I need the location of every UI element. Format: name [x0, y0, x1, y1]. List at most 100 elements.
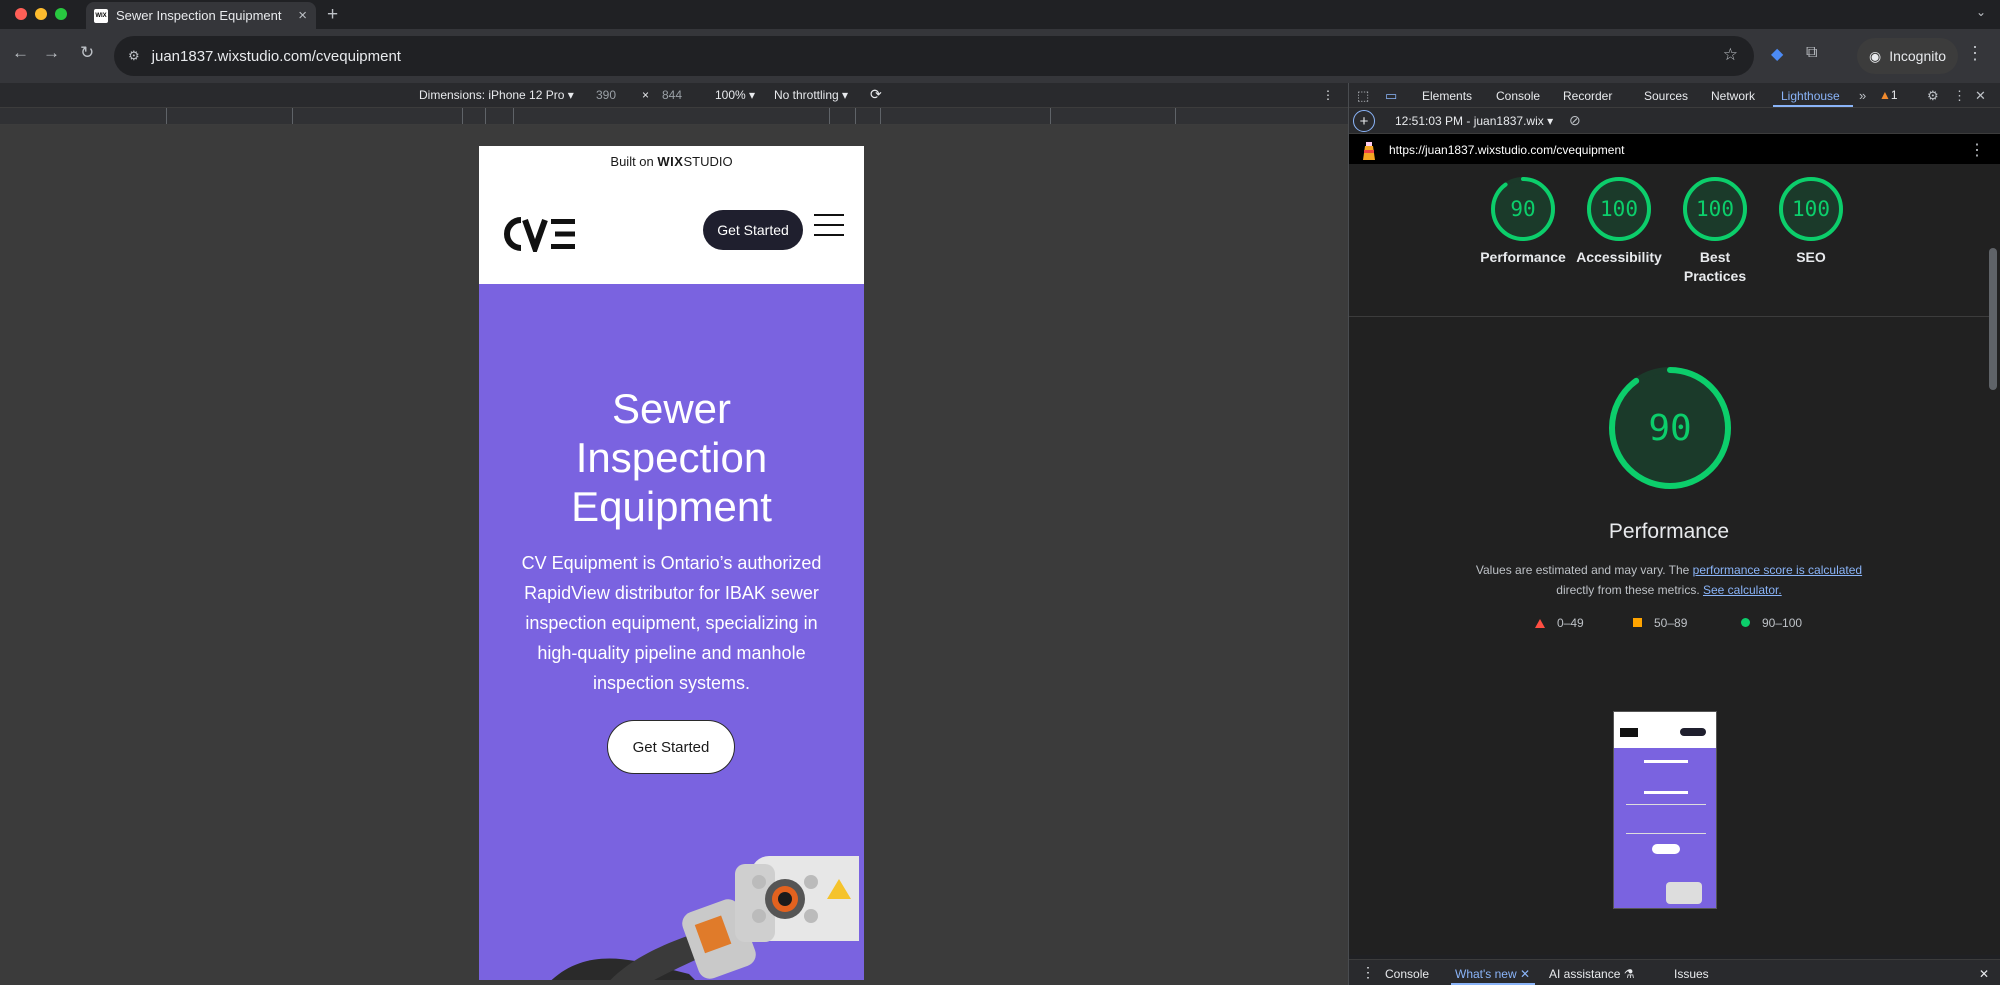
- device-toolbar-menu-icon[interactable]: ⋮: [1322, 88, 1334, 102]
- report-url[interactable]: https://juan1837.wixstudio.com/cvequipme…: [1389, 143, 1624, 157]
- address-bar[interactable]: ⚙ juan1837.wixstudio.com/cvequipment ☆: [114, 36, 1754, 76]
- browser-tab-bar: WIX Sewer Inspection Equipment × + ⌄: [0, 0, 2000, 29]
- lighthouse-report: 90 Performance 100 Accessibility 100 Bes…: [1349, 164, 2000, 955]
- drawer-tab-label: AI assistance: [1549, 967, 1621, 981]
- inspection-camera-image: [551, 856, 859, 980]
- tab-sources[interactable]: Sources: [1644, 89, 1688, 103]
- forward-button[interactable]: →: [43, 43, 60, 63]
- close-tab-icon[interactable]: ×: [298, 7, 307, 24]
- score-gauge: 100: [1587, 177, 1651, 241]
- gauge-best-practices[interactable]: 100 Best Practices: [1670, 176, 1760, 286]
- legend-low: 0–49: [1535, 616, 1584, 630]
- ruler-tick: [292, 108, 293, 124]
- gauge-seo[interactable]: 100 SEO: [1766, 176, 1856, 267]
- browser-menu-icon[interactable]: ⋮: [1966, 43, 1984, 64]
- score-gauge: 100: [1683, 177, 1747, 241]
- drawer-tab-label: What's new: [1455, 967, 1517, 981]
- thumb-title: [1644, 760, 1688, 794]
- new-report-button[interactable]: +: [1353, 110, 1375, 132]
- devtools-drawer-tabs: ⋮ Console What's new ✕ AI assistance ⚗ I…: [1349, 959, 2000, 985]
- rotate-icon[interactable]: ⟳: [870, 86, 882, 103]
- ruler-tick: [1050, 108, 1051, 124]
- site-info-icon[interactable]: ⚙: [128, 48, 140, 64]
- drawer-tab-ai-assistance[interactable]: AI assistance ⚗: [1549, 967, 1634, 981]
- score-label: SEO: [1796, 249, 1826, 265]
- flask-icon: ⚗: [1623, 967, 1635, 981]
- warnings-badge[interactable]: ▲1: [1879, 88, 1898, 102]
- extension-icon[interactable]: ◆: [1771, 44, 1783, 64]
- drawer-tab-issues[interactable]: Issues: [1674, 967, 1709, 981]
- media-query-ruler[interactable]: [0, 108, 1348, 125]
- inspect-element-icon[interactable]: ⬚: [1357, 88, 1369, 104]
- legend-mid: 50–89: [1633, 616, 1687, 630]
- new-tab-button[interactable]: +: [327, 4, 338, 26]
- wix-favicon-icon: WIX: [94, 8, 108, 23]
- zoom-select[interactable]: 100% ▾: [715, 88, 755, 102]
- tab-network[interactable]: Network: [1711, 89, 1755, 103]
- final-screenshot-thumbnail[interactable]: [1613, 711, 1717, 909]
- more-tabs-icon[interactable]: »: [1859, 88, 1866, 103]
- browser-tab[interactable]: WIX Sewer Inspection Equipment ×: [86, 2, 316, 29]
- throttling-select[interactable]: No throttling ▾: [774, 88, 848, 102]
- ruler-tick: [513, 108, 514, 124]
- tab-elements[interactable]: Elements: [1422, 89, 1472, 103]
- incognito-label: Incognito: [1889, 48, 1947, 64]
- see-calculator-link[interactable]: See calculator.: [1703, 583, 1782, 597]
- cve-logo[interactable]: [503, 216, 577, 252]
- device-height-input[interactable]: 844: [662, 88, 682, 102]
- built-on-wix-banner[interactable]: Built on WIX STUDIO: [479, 146, 864, 176]
- perf-desc-text: Values are estimated and may vary. The: [1475, 563, 1693, 577]
- lighthouse-logo-icon: [1363, 142, 1375, 160]
- studio-brand: STUDIO: [683, 153, 733, 169]
- back-button[interactable]: ←: [12, 43, 29, 63]
- settings-gear-icon[interactable]: ⚙: [1927, 88, 1939, 104]
- device-dimensions-label: Dimensions: iPhone 12 Pro: [419, 88, 565, 102]
- thumb-header: [1614, 712, 1716, 748]
- reload-button[interactable]: ↻: [80, 43, 94, 63]
- report-menu-icon[interactable]: ⋮: [1969, 140, 1985, 160]
- gauge-performance[interactable]: 90 Performance: [1478, 176, 1568, 267]
- drawer-tab-whats-new[interactable]: What's new ✕: [1455, 967, 1530, 981]
- incognito-icon: ◉: [1869, 47, 1882, 64]
- report-scrollbar[interactable]: [1989, 248, 1997, 390]
- score-value: 100: [1792, 197, 1830, 221]
- tab-console[interactable]: Console: [1496, 89, 1540, 103]
- bookmark-star-icon[interactable]: ☆: [1723, 45, 1738, 65]
- maximize-window-button[interactable]: [55, 8, 67, 20]
- browser-toolbar: ← → ↻ ⚙ juan1837.wixstudio.com/cvequipme…: [0, 29, 2000, 83]
- drawer-menu-icon[interactable]: ⋮: [1361, 964, 1375, 981]
- report-select[interactable]: 12:51:03 PM - juan1837.wix ▾: [1395, 114, 1553, 128]
- device-dimensions-select[interactable]: Dimensions: iPhone 12 Pro ▾: [419, 88, 574, 102]
- report-select-label: 12:51:03 PM - juan1837.wix: [1395, 114, 1544, 128]
- devtools-tab-bar: ⬚ ▭ Elements Console Recorder Sources Ne…: [1349, 83, 2000, 108]
- device-toggle-icon[interactable]: ▭: [1385, 88, 1397, 104]
- ruler-tick: [855, 108, 856, 124]
- score-value: 90: [1510, 197, 1535, 221]
- performance-score-link[interactable]: performance score is calculated: [1693, 563, 1862, 577]
- score-value: 100: [1600, 197, 1638, 221]
- tab-recorder[interactable]: Recorder: [1563, 89, 1612, 103]
- score-label: Accessibility: [1576, 249, 1662, 265]
- close-drawer-tab-icon[interactable]: ✕: [1520, 967, 1530, 981]
- dimension-times-sign: ×: [642, 88, 650, 102]
- warning-icon: ▲: [1879, 88, 1891, 102]
- performance-description: Values are estimated and may vary. The p…: [1459, 560, 1879, 600]
- drawer-tab-console[interactable]: Console: [1385, 967, 1429, 981]
- devtools-panel: ⬚ ▭ Elements Console Recorder Sources Ne…: [1348, 83, 2000, 985]
- close-drawer-icon[interactable]: ✕: [1979, 967, 1989, 981]
- clear-reports-icon[interactable]: ⊘: [1569, 112, 1581, 129]
- minimize-window-button[interactable]: [35, 8, 47, 20]
- incognito-badge[interactable]: ◉ Incognito: [1857, 38, 1959, 74]
- gauge-accessibility[interactable]: 100 Accessibility: [1574, 176, 1664, 267]
- legend-high: 90–100: [1741, 616, 1802, 630]
- tab-lighthouse[interactable]: Lighthouse: [1781, 89, 1840, 103]
- close-devtools-icon[interactable]: ✕: [1975, 88, 1986, 104]
- device-width-input[interactable]: 390: [596, 88, 616, 102]
- header-get-started-button[interactable]: Get Started: [703, 210, 803, 250]
- extensions-puzzle-icon[interactable]: ⧉: [1806, 44, 1817, 62]
- devtools-menu-icon[interactable]: ⋮: [1953, 88, 1966, 104]
- hamburger-menu-icon[interactable]: [814, 214, 844, 238]
- tab-search-chevron-icon[interactable]: ⌄: [1976, 5, 1986, 19]
- hero-get-started-button[interactable]: Get Started: [607, 720, 735, 774]
- close-window-button[interactable]: [15, 8, 27, 20]
